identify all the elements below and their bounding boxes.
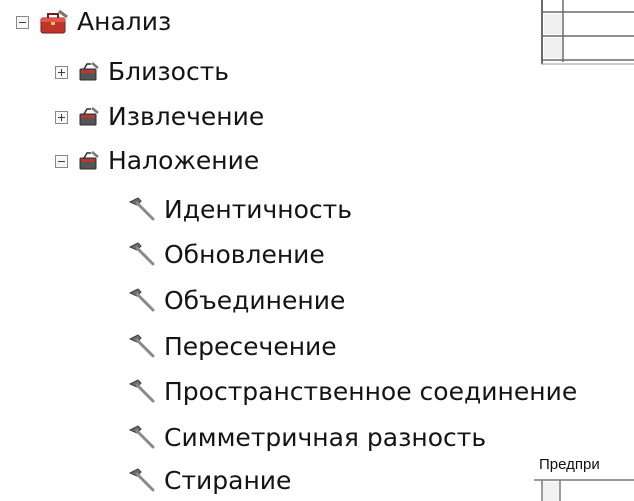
tree-tool-label: Объединение [164, 286, 346, 315]
tree-node-overlay[interactable]: Наложение [55, 143, 259, 179]
hammer-icon [128, 334, 155, 358]
tree-tool-identity[interactable]: Идентичность [128, 192, 352, 228]
hammer-icon [128, 425, 155, 449]
tree-tool-label: Стирание [164, 466, 292, 495]
tree-tool-label: Обновление [164, 240, 325, 269]
hammer-icon [128, 379, 155, 403]
background-table-fragment [541, 0, 634, 66]
tree-tool-spatial-join[interactable]: Пространственное соединение [128, 374, 577, 410]
tree-tool-label: Симметричная разность [164, 423, 487, 452]
toolset-icon [79, 107, 99, 126]
tree-tool-update[interactable]: Обновление [128, 237, 325, 273]
expand-toggle-icon[interactable] [55, 65, 68, 79]
tree-tool-label: Пространственное соединение [164, 377, 578, 406]
toolset-icon [79, 151, 99, 170]
tree-node-analysis[interactable]: Анализ [16, 4, 171, 40]
hammer-icon [128, 197, 155, 221]
tree-node-label: Наложение [108, 146, 260, 175]
tree-node-label: Извлечение [108, 102, 265, 131]
toolbox-icon [40, 9, 68, 34]
hammer-icon [128, 288, 155, 312]
tree-node-label: Близость [108, 57, 230, 86]
tree-tool-union[interactable]: Объединение [128, 283, 345, 319]
tree-node-extract[interactable]: Извлечение [55, 99, 264, 135]
tree-tool-label: Идентичность [164, 195, 352, 224]
tree-tool-symmetrical-difference[interactable]: Симметричная разность [128, 420, 486, 456]
toolset-icon [79, 62, 99, 81]
tree-node-proximity[interactable]: Близость [55, 54, 229, 90]
expand-toggle-icon[interactable] [55, 110, 68, 124]
hammer-icon [128, 242, 155, 266]
tree-tool-intersect[interactable]: Пересечение [128, 329, 337, 365]
background-panel-fragment: Предпри [534, 452, 634, 501]
tree-tool-label: Пересечение [164, 332, 337, 361]
tree-tool-erase[interactable]: Стирание [128, 463, 291, 499]
hammer-icon [128, 468, 155, 492]
tree-node-label: Анализ [77, 7, 172, 36]
collapse-toggle-icon[interactable] [55, 154, 68, 168]
collapse-toggle-icon[interactable] [16, 15, 29, 29]
panel-grid-lines [534, 479, 634, 501]
